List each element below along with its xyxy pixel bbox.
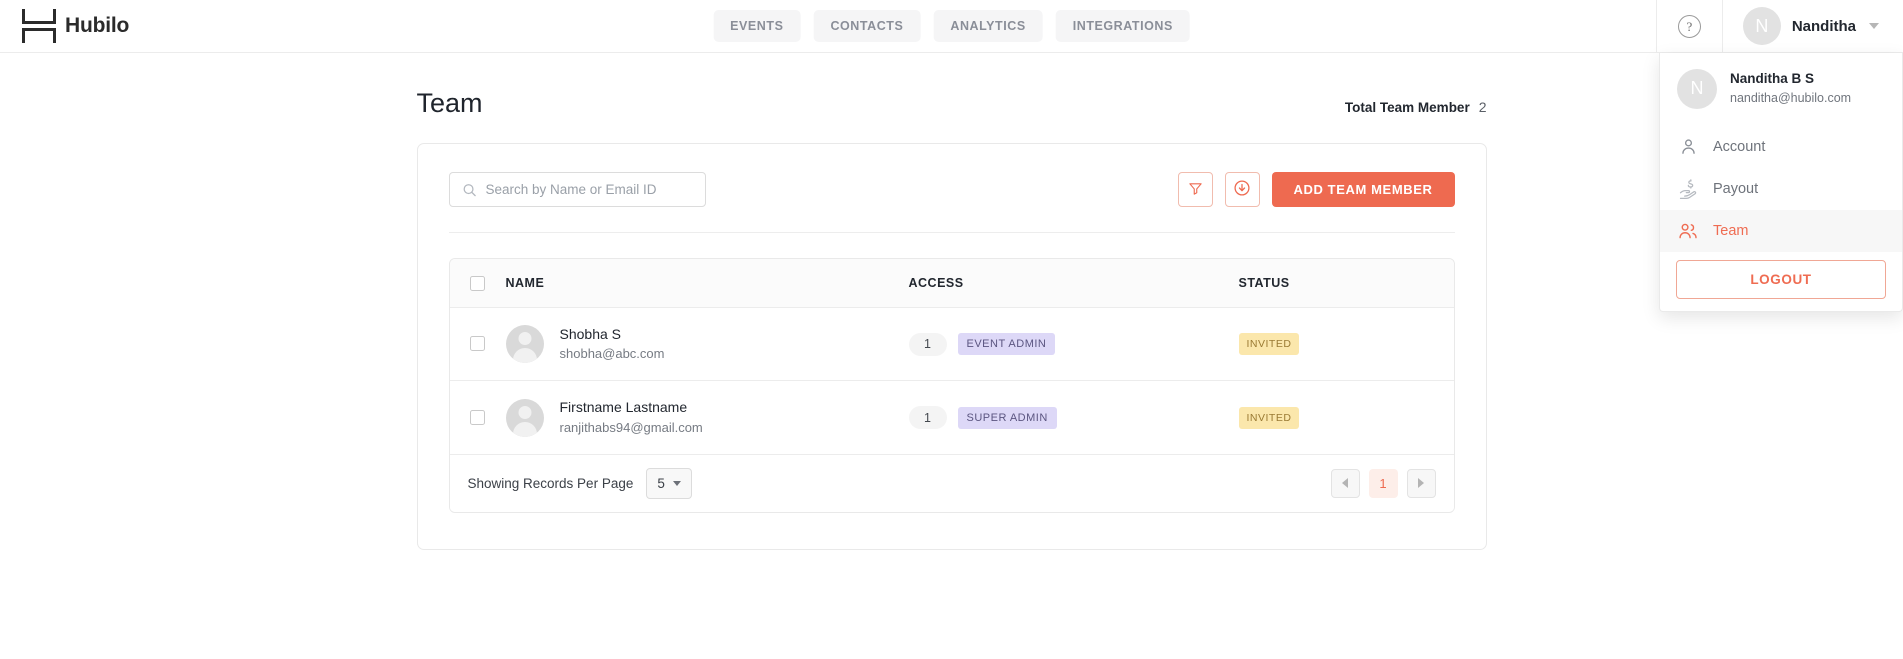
member-email: ranjithabs94@gmail.com	[559, 419, 703, 435]
toolbar-divider	[448, 232, 1455, 234]
column-status: STATUS	[1238, 259, 1454, 308]
table-row[interactable]: Firstname Lastname ranjithabs94@gmail.co…	[449, 380, 1454, 455]
row-checkbox[interactable]	[470, 409, 485, 425]
avatar: N	[1677, 68, 1717, 109]
column-access: ACCESS	[908, 259, 1239, 308]
prev-page-button[interactable]	[1330, 468, 1360, 498]
row-name-cell: Shobha S shobha@abc.com	[505, 307, 909, 382]
member-name: Firstname Lastname	[559, 399, 688, 416]
page-number-1[interactable]: 1	[1368, 468, 1398, 498]
chevron-right-icon	[1418, 478, 1424, 489]
people-group-icon	[1677, 220, 1699, 242]
member-email: shobha@abc.com	[559, 346, 665, 362]
logout-button[interactable]: LOGOUT	[1676, 259, 1886, 299]
user-name-label: Nanditha	[1791, 17, 1856, 35]
team-table-container: NAME ACCESS STATUS Shobha S shobha@abc.c…	[448, 258, 1455, 513]
table-toolbar: ADD TEAM MEMBER	[448, 172, 1455, 208]
profile-name: Nanditha B S	[1730, 71, 1815, 86]
hand-dollar-icon	[1677, 178, 1699, 200]
chevron-left-icon	[1342, 478, 1348, 489]
download-button[interactable]	[1224, 172, 1260, 208]
nav-tab-analytics[interactable]: ANALYTICS	[933, 10, 1043, 42]
avatar	[505, 325, 544, 364]
header-actions: ? N Nanditha N Nanditha B S nanditha@hub…	[1655, 0, 1903, 312]
menu-item-payout[interactable]: Payout	[1660, 168, 1902, 210]
row-checkbox[interactable]	[470, 336, 485, 352]
menu-item-label: Team	[1713, 222, 1749, 239]
chevron-down-icon	[672, 480, 681, 486]
user-dropdown-menu: N Nanditha B S nanditha@hubilo.com Accou…	[1659, 52, 1903, 312]
menu-item-account[interactable]: Account	[1660, 126, 1902, 168]
row-name-cell: Firstname Lastname ranjithabs94@gmail.co…	[505, 380, 909, 455]
row-status-cell: INVITED	[1238, 307, 1454, 382]
access-count-badge: 1	[908, 406, 947, 430]
avatar: N	[1742, 7, 1781, 45]
access-count-badge: 1	[908, 332, 947, 356]
pagination-controls: 1	[1330, 468, 1436, 498]
avatar	[505, 398, 544, 437]
chevron-down-icon	[1869, 23, 1879, 29]
search-input[interactable]	[448, 172, 706, 208]
search-container	[448, 172, 706, 208]
download-circle-icon	[1233, 179, 1251, 200]
user-profile-summary: N Nanditha B S nanditha@hubilo.com	[1660, 53, 1902, 126]
next-page-button[interactable]	[1406, 468, 1436, 498]
records-per-page-label: Showing Records Per Page	[467, 475, 634, 491]
records-per-page-value: 5	[657, 475, 665, 491]
filter-funnel-icon	[1188, 181, 1203, 199]
menu-item-label: Account	[1713, 138, 1766, 155]
status-badge: INVITED	[1238, 333, 1300, 356]
logout-container: LOGOUT	[1660, 252, 1902, 301]
team-table: NAME ACCESS STATUS Shobha S shobha@abc.c…	[449, 259, 1454, 455]
role-badge: SUPER ADMIN	[957, 406, 1057, 429]
row-select-cell	[449, 307, 506, 382]
help-button[interactable]: ?	[1655, 0, 1722, 53]
question-mark-circle-icon: ?	[1677, 14, 1701, 38]
records-per-page-select[interactable]: 5	[646, 467, 692, 499]
menu-item-team[interactable]: Team	[1660, 209, 1902, 252]
menu-item-label: Payout	[1713, 180, 1759, 197]
row-status-cell: INVITED	[1238, 380, 1454, 455]
member-name: Shobha S	[559, 325, 622, 342]
column-name: NAME	[505, 259, 909, 308]
total-team-member: Total Team Member 2	[1345, 99, 1487, 119]
row-select-cell	[449, 380, 506, 455]
user-menu-trigger[interactable]: N Nanditha N Nanditha B S nanditha@hubil…	[1659, 0, 1903, 312]
table-footer: Showing Records Per Page 5 1	[449, 454, 1454, 512]
select-all-checkbox[interactable]	[470, 275, 485, 291]
brand-logo[interactable]: Hubilo	[0, 9, 129, 43]
page-content: Team Total Team Member 2 Search by Name …	[0, 53, 1903, 550]
brand-name: Hubilo	[65, 14, 130, 37]
page-title: Team	[416, 88, 483, 118]
hubilo-h-logo-icon	[22, 9, 56, 43]
team-card: ADD TEAM MEMBER NAME ACCESS STATUS	[416, 143, 1487, 550]
main-nav: EVENTS CONTACTS ANALYTICS INTEGRATIONS	[713, 10, 1190, 42]
profile-email: nanditha@hubilo.com	[1730, 91, 1852, 106]
person-icon	[1677, 136, 1699, 158]
row-access-cell: 1 EVENT ADMIN	[908, 307, 1239, 382]
table-header-row: NAME ACCESS STATUS	[449, 259, 1454, 308]
column-select-all	[449, 259, 506, 308]
filter-button[interactable]	[1177, 172, 1213, 208]
nav-tab-integrations[interactable]: INTEGRATIONS	[1055, 10, 1190, 42]
row-access-cell: 1 SUPER ADMIN	[908, 380, 1239, 455]
app-header: Hubilo EVENTS CONTACTS ANALYTICS INTEGRA…	[0, 0, 1903, 312]
nav-tab-events[interactable]: EVENTS	[713, 10, 801, 42]
add-team-member-button[interactable]: ADD TEAM MEMBER	[1271, 172, 1455, 208]
toolbar-actions: ADD TEAM MEMBER	[1177, 172, 1455, 208]
table-row[interactable]: Shobha S shobha@abc.com 1 EVENT ADMIN IN…	[449, 307, 1454, 382]
status-badge: INVITED	[1238, 406, 1300, 429]
table-body: Shobha S shobha@abc.com 1 EVENT ADMIN IN…	[449, 307, 1454, 455]
records-per-page-group: Showing Records Per Page 5	[467, 467, 692, 499]
page-header: Team Total Team Member 2	[417, 53, 1487, 119]
total-team-member-value: 2	[1478, 99, 1487, 116]
nav-tab-contacts[interactable]: CONTACTS	[813, 10, 921, 42]
table-head: NAME ACCESS STATUS	[449, 259, 1454, 308]
total-team-member-label: Total Team Member	[1344, 100, 1470, 116]
role-badge: EVENT ADMIN	[957, 333, 1056, 356]
